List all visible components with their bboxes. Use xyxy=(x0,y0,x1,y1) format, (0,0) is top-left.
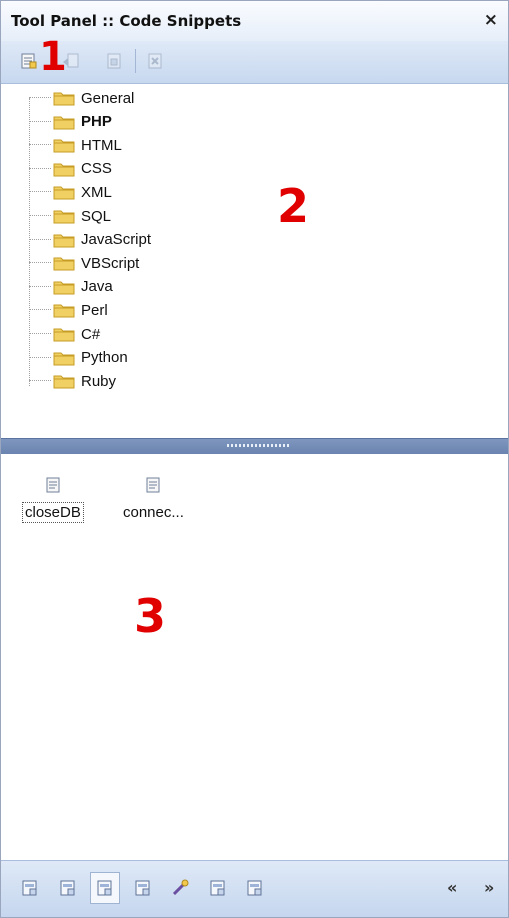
tree-connector xyxy=(29,238,51,241)
snippet-label: closeDB xyxy=(22,502,84,523)
tree-item-sql[interactable]: SQL xyxy=(29,205,111,227)
panel-4-icon xyxy=(135,880,149,896)
panel-1-button[interactable] xyxy=(15,872,45,904)
tree-connector xyxy=(29,333,51,335)
snippet-item-connec[interactable]: connec... xyxy=(121,476,186,522)
panel-2-button[interactable] xyxy=(53,872,83,904)
code-snippets-button[interactable] xyxy=(90,872,120,904)
panel-1-icon xyxy=(22,880,37,896)
tree-connector xyxy=(29,285,51,288)
insert-snippet-icon xyxy=(107,53,121,69)
wand-icon xyxy=(172,879,189,896)
tree-item-label: PHP xyxy=(81,113,112,131)
tree-item-php[interactable]: PHP xyxy=(29,111,112,133)
tool-panel: Tool Panel :: Code Snippets × 1 General … xyxy=(0,0,509,918)
tree-connector xyxy=(29,167,51,170)
tree-item-label: Java xyxy=(81,278,113,296)
tree-item-xml[interactable]: XML xyxy=(29,181,112,203)
panel-switcher-bar: « » xyxy=(1,860,508,917)
folder-icon xyxy=(53,210,75,224)
tree-item-perl[interactable]: Perl xyxy=(29,299,108,321)
tree-item-label: JavaScript xyxy=(81,231,152,249)
folder-icon xyxy=(53,257,75,271)
tree-item-label: CSS xyxy=(81,160,112,178)
panel-6-button[interactable] xyxy=(203,872,233,904)
close-button[interactable]: × xyxy=(484,10,498,30)
title-bar: Tool Panel :: Code Snippets × xyxy=(1,1,508,42)
tree-item-java[interactable]: Java xyxy=(29,276,113,298)
code-snippets-icon xyxy=(97,880,112,896)
panel-7-icon xyxy=(247,880,262,896)
tree-connector xyxy=(29,191,51,193)
tree-connector xyxy=(29,215,51,217)
snippet-list: closeDB connec... xyxy=(1,454,508,861)
tree-item-label: Python xyxy=(81,349,128,367)
tree-connector xyxy=(29,97,51,99)
tree-connector xyxy=(29,309,51,311)
folder-icon xyxy=(53,92,75,106)
folder-icon xyxy=(53,139,75,153)
tree-item-vbscript[interactable]: VBScript xyxy=(29,252,139,274)
folder-icon xyxy=(53,352,75,366)
tree-connector xyxy=(29,380,51,382)
tree-item-c-[interactable]: C# xyxy=(29,323,100,345)
panel-6-icon xyxy=(210,880,224,896)
folder-icon xyxy=(53,304,75,318)
tree-item-label: HTML xyxy=(81,136,122,154)
snippet-file-icon xyxy=(46,477,60,493)
tree-item-label: SQL xyxy=(81,207,112,225)
panel-title: Tool Panel :: Code Snippets xyxy=(11,12,242,30)
toolbar xyxy=(1,41,508,84)
wand-button[interactable] xyxy=(165,872,195,904)
tree-item-label: C# xyxy=(81,325,101,343)
new-snippet-icon xyxy=(21,53,37,69)
tree-item-label: Perl xyxy=(81,301,108,319)
folder-icon xyxy=(53,375,75,389)
tree-item-general[interactable]: General xyxy=(29,87,134,109)
tree-item-label: VBScript xyxy=(81,254,140,272)
folder-icon xyxy=(53,234,75,248)
folder-icon xyxy=(53,116,75,130)
new-snippet-button[interactable] xyxy=(19,51,39,71)
tree-connector xyxy=(29,144,51,146)
folder-icon xyxy=(53,281,75,295)
snippet-label: connec... xyxy=(123,504,184,521)
snippet-item-closedb[interactable]: closeDB xyxy=(22,476,84,523)
annotation-3: 3 xyxy=(134,589,167,643)
scroll-right-button[interactable]: » xyxy=(484,878,494,897)
delete-snippet-button[interactable] xyxy=(145,51,165,71)
tree-item-ruby[interactable]: Ruby xyxy=(29,370,116,392)
scroll-left-button[interactable]: « xyxy=(447,878,457,897)
tree-item-javascript[interactable]: JavaScript xyxy=(29,229,151,251)
folder-icon xyxy=(53,328,75,342)
tree-item-label: Ruby xyxy=(81,372,117,390)
insert-snippet-button[interactable] xyxy=(104,51,124,71)
annotation-2: 2 xyxy=(277,179,310,233)
splitter-grip xyxy=(227,444,291,447)
tree-connector xyxy=(29,120,51,123)
tree-connector xyxy=(29,356,51,359)
pane-splitter[interactable] xyxy=(1,438,508,455)
panel-4-button[interactable] xyxy=(128,872,158,904)
panel-2-icon xyxy=(60,880,74,896)
delete-snippet-icon xyxy=(148,53,162,69)
tree-item-label: XML xyxy=(81,183,112,201)
panel-7-button[interactable] xyxy=(240,872,270,904)
snippet-category-tree: General PHP HTML CSS XML SQL JavaScript VBScrip… xyxy=(1,84,508,438)
tree-item-python[interactable]: Python xyxy=(29,347,128,369)
folder-icon xyxy=(53,186,75,200)
toolbar-separator xyxy=(135,49,136,73)
tree-item-html[interactable]: HTML xyxy=(29,134,122,156)
tree-connector xyxy=(29,262,51,264)
annotation-1: 1 xyxy=(39,34,67,80)
snippet-file-icon xyxy=(146,477,160,493)
tree-item-css[interactable]: CSS xyxy=(29,158,112,180)
folder-icon xyxy=(53,163,75,177)
tree-item-label: General xyxy=(81,89,135,107)
